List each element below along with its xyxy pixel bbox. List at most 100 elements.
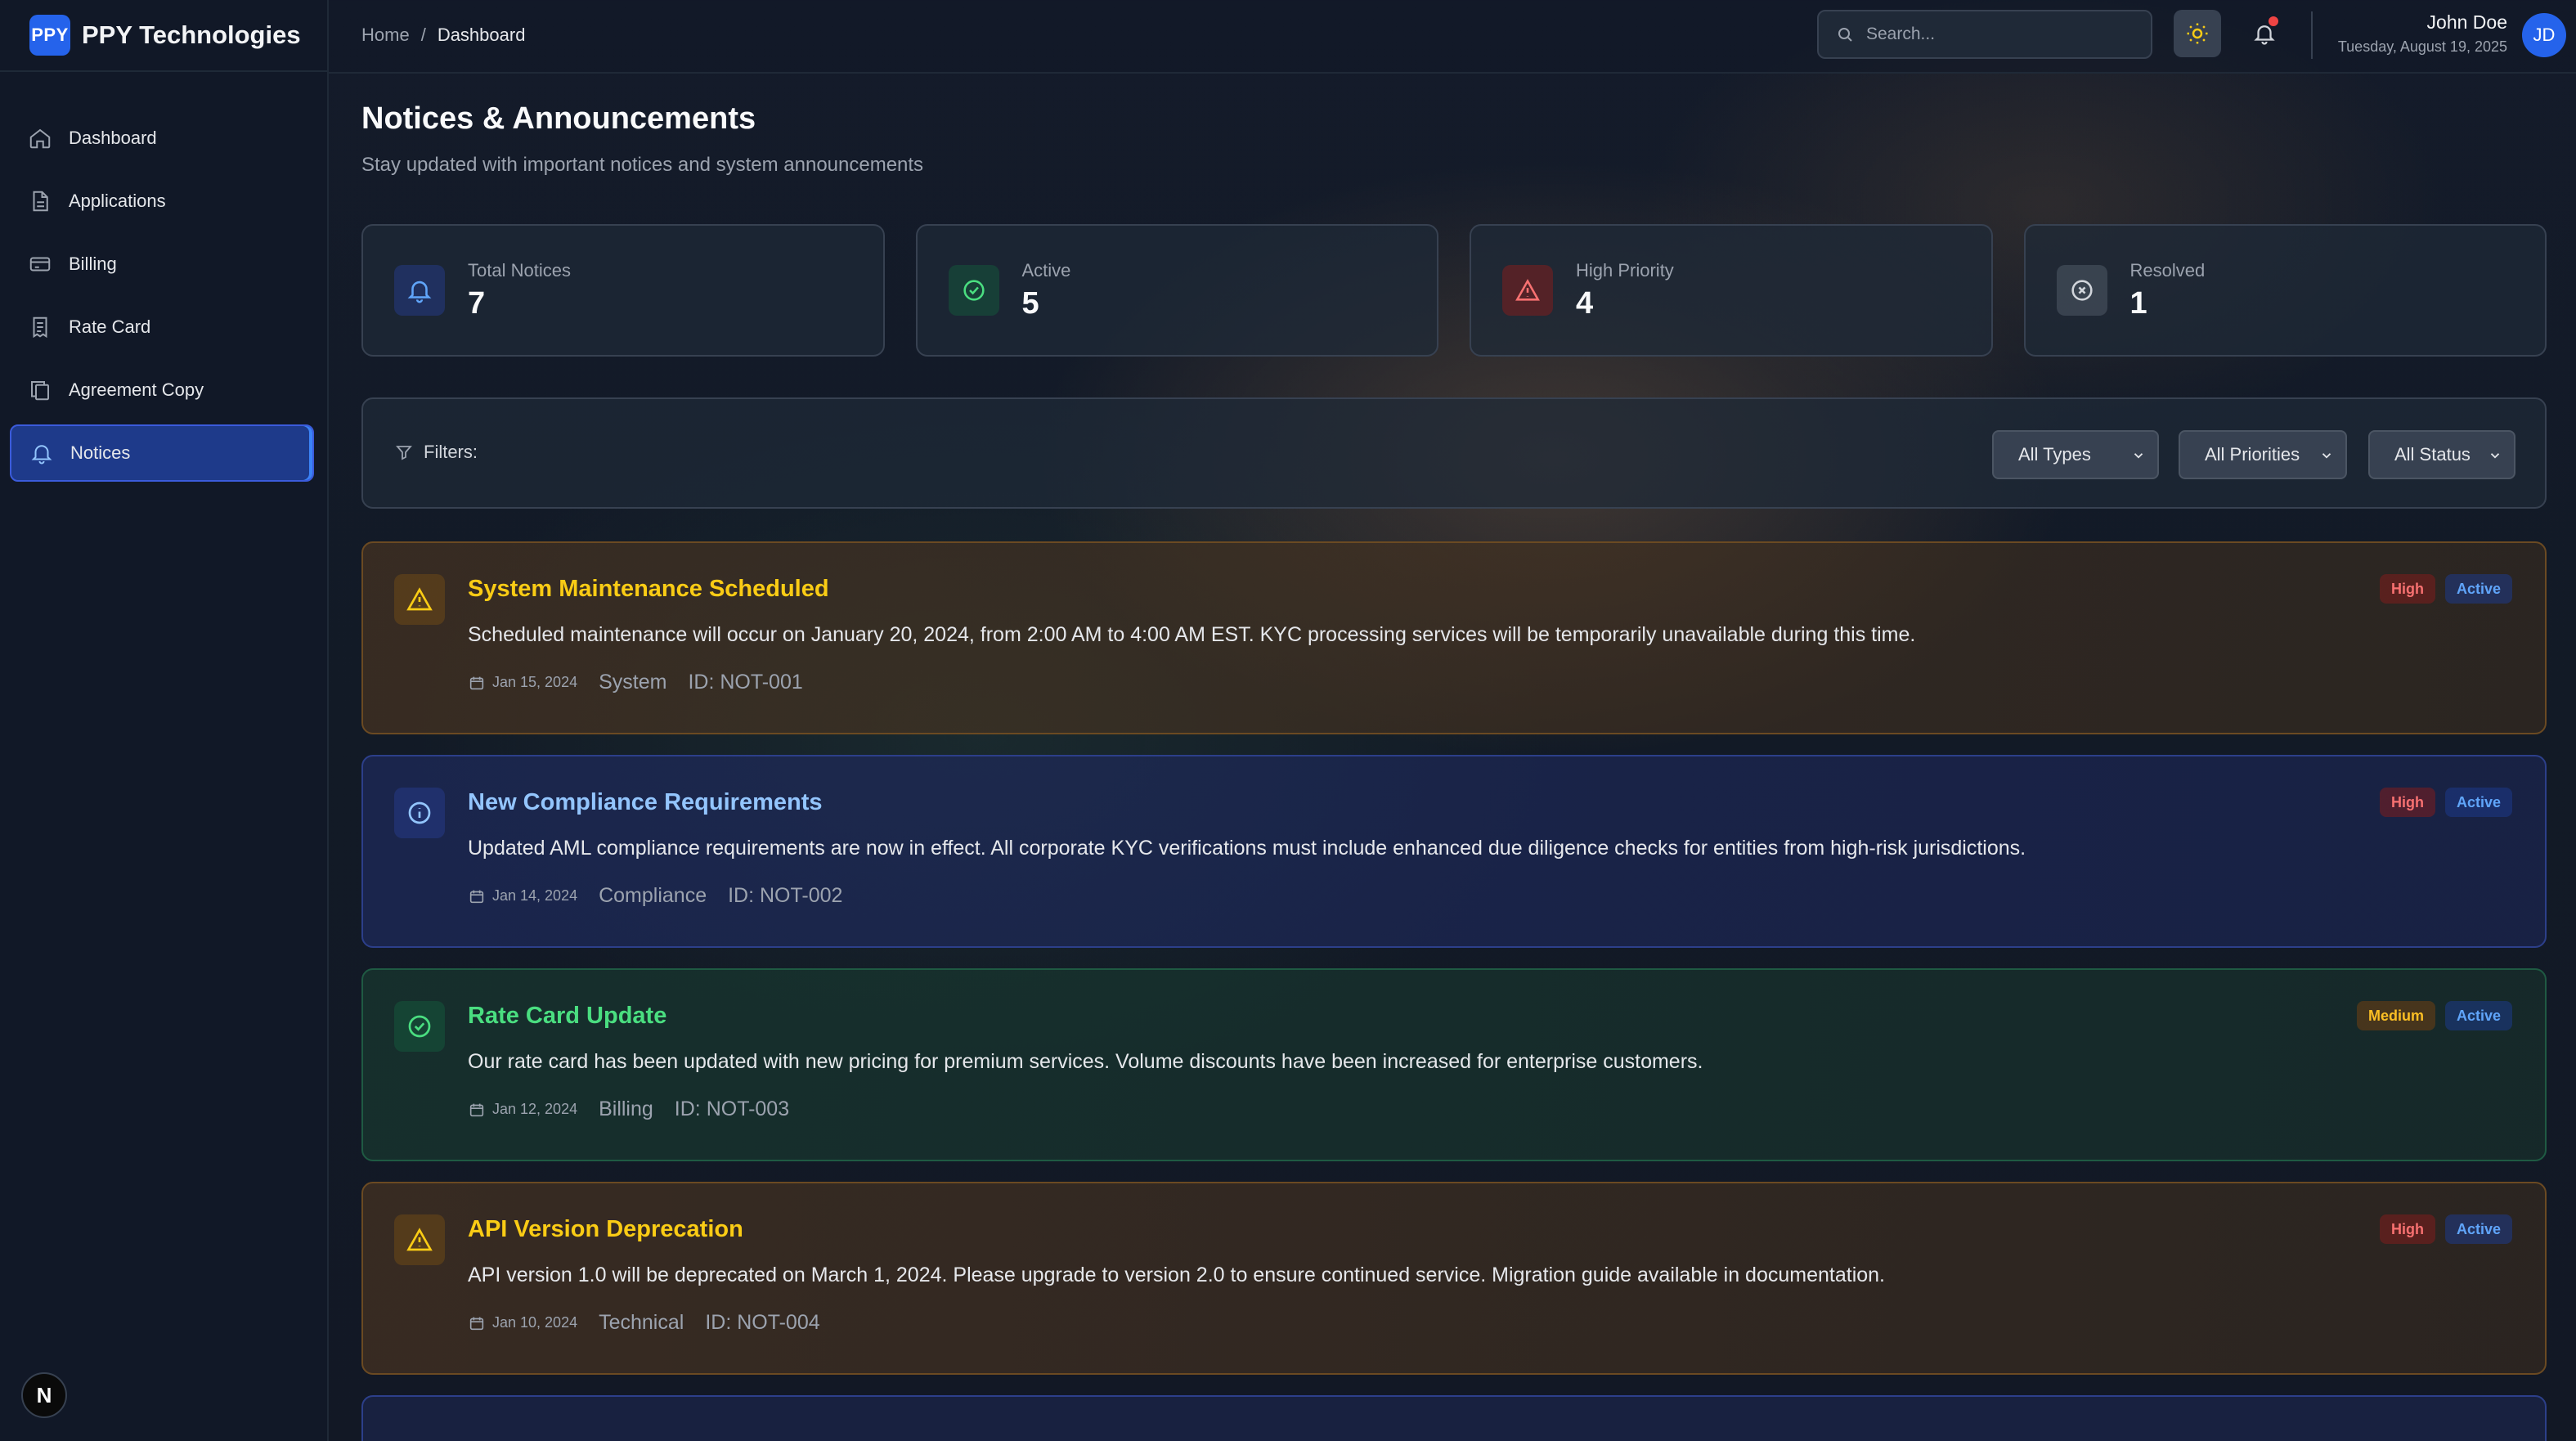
- stat-card-high-priority: High Priority 4: [1470, 224, 1993, 357]
- filter-icon: [396, 446, 412, 460]
- stat-icon-box: [948, 265, 999, 316]
- user-name: John Doe: [2426, 11, 2507, 33]
- notice-date: Jan 15, 2024: [492, 674, 578, 690]
- stat-card-resolved: Resolved 1: [2023, 224, 2547, 357]
- notice-icon-box: [394, 1214, 445, 1265]
- notice-card[interactable]: API Version Deprecation API version 1.0 …: [361, 1182, 2547, 1375]
- notice-id: ID: NOT-001: [688, 671, 803, 694]
- notice-date: Jan 10, 2024: [492, 1314, 578, 1331]
- stat-icon-box: [1502, 265, 1553, 316]
- notice-badges: High Active: [2379, 1214, 2512, 1244]
- notice-category: Technical: [599, 1311, 684, 1334]
- notice-badges: Medium Active: [2356, 1001, 2512, 1030]
- status-filter-value: All Status: [2394, 444, 2471, 465]
- current-date: Tuesday, August 19, 2025: [2337, 38, 2507, 55]
- stat-card-active: Active 5: [915, 224, 1438, 357]
- info-icon: [408, 801, 431, 824]
- page-title: Notices & Announcements: [361, 101, 756, 136]
- check-circle-icon: [963, 280, 985, 301]
- status-badge: Active: [2444, 1214, 2512, 1244]
- stat-label: Resolved: [2129, 259, 2206, 281]
- stat-label: High Priority: [1576, 259, 1674, 281]
- priority-filter-select[interactable]: All Priorities: [2179, 430, 2347, 479]
- notice-icon-box: [394, 574, 445, 625]
- alert-triangle-icon: [406, 587, 433, 611]
- breadcrumb-home[interactable]: Home: [361, 25, 410, 46]
- filters-label: Filters:: [394, 442, 478, 463]
- sidebar-item-notices[interactable]: Notices: [10, 424, 314, 482]
- notification-dot: [2269, 16, 2278, 26]
- header-divider: [2311, 11, 2313, 59]
- sidebar-item-label: Agreement Copy: [69, 379, 204, 400]
- search-input[interactable]: [1866, 25, 2136, 44]
- stat-label: Total Notices: [468, 259, 571, 281]
- chevron-down-icon: [2134, 453, 2143, 459]
- filters-bar: Filters: All Types All Priorities All St…: [361, 397, 2547, 509]
- notice-title: API Version Deprecation: [468, 1216, 743, 1242]
- notice-body: Updated AML compliance requirements are …: [468, 837, 2026, 860]
- notice-icon-box: [394, 788, 445, 838]
- notice-id: ID: NOT-004: [705, 1311, 820, 1334]
- stat-value: 5: [1021, 285, 1039, 321]
- priority-badge: High: [2379, 788, 2435, 817]
- notice-badges: High Active: [2379, 574, 2512, 604]
- avatar[interactable]: JD: [2522, 13, 2566, 57]
- stat-value: 7: [468, 285, 486, 321]
- status-filter-select[interactable]: All Status: [2368, 430, 2515, 479]
- notice-card[interactable]: Rate Card Update Our rate card has been …: [361, 968, 2547, 1161]
- stats-row: Total Notices 7 Active 5 High Priority 4…: [361, 224, 2547, 357]
- sidebar-item-billing[interactable]: Billing: [10, 236, 314, 293]
- sidebar-item-agreement-copy[interactable]: Agreement Copy: [10, 361, 314, 419]
- file-icon: [33, 191, 48, 212]
- brand[interactable]: PPY PPY Technologies: [0, 0, 327, 72]
- notice-meta: Jan 15, 2024 System ID: NOT-001: [468, 671, 803, 694]
- priority-badge: Medium: [2356, 1001, 2435, 1030]
- sidebar: PPY PPY Technologies Dashboard Applicati…: [0, 0, 329, 1441]
- sidebar-item-dashboard[interactable]: Dashboard: [10, 110, 314, 167]
- sidebar-nav: Dashboard Applications Billing Rate Card…: [10, 110, 314, 487]
- credit-card-icon: [29, 257, 51, 272]
- notice-card[interactable]: New Compliance Requirements Updated AML …: [361, 755, 2547, 948]
- home-icon: [29, 128, 51, 149]
- x-circle-icon: [2071, 280, 2093, 301]
- theme-toggle-button[interactable]: [2174, 10, 2221, 57]
- check-circle-icon: [408, 1015, 431, 1038]
- priority-filter-value: All Priorities: [2205, 444, 2300, 465]
- notice-meta: Jan 14, 2024 Compliance ID: NOT-002: [468, 884, 842, 908]
- breadcrumb-current: Dashboard: [437, 25, 526, 45]
- notice-category: System: [599, 671, 667, 694]
- sidebar-item-label: Applications: [69, 191, 166, 211]
- receipt-icon: [33, 316, 47, 339]
- status-badge: Active: [2444, 1001, 2512, 1030]
- stat-icon-box: [394, 265, 445, 316]
- calendar-icon: [469, 676, 484, 689]
- bell-icon: [31, 445, 52, 465]
- search-box[interactable]: [1817, 10, 2152, 59]
- notice-meta: Jan 10, 2024 Technical ID: NOT-004: [468, 1311, 820, 1335]
- type-filter-value: All Types: [2018, 444, 2091, 465]
- notifications-button[interactable]: [2242, 11, 2287, 56]
- calendar-icon: [469, 1103, 484, 1116]
- search-icon: [1838, 28, 1852, 42]
- filters-label-text: Filters:: [424, 442, 478, 462]
- chevron-down-icon: [2322, 453, 2331, 459]
- status-badge: Active: [2444, 788, 2512, 817]
- notice-card-partial[interactable]: [361, 1395, 2547, 1441]
- breadcrumb-separator: /: [420, 25, 426, 45]
- breadcrumb: Home / Dashboard: [361, 25, 525, 46]
- chevron-down-icon: [2490, 453, 2500, 459]
- brand-logo: PPY: [29, 15, 70, 56]
- sidebar-item-label: Billing: [69, 254, 117, 274]
- notice-category: Compliance: [599, 884, 707, 907]
- notice-title: Rate Card Update: [468, 1003, 667, 1029]
- stat-label: Active: [1021, 259, 1071, 281]
- stat-card-total: Total Notices 7: [361, 224, 885, 357]
- sidebar-item-applications[interactable]: Applications: [10, 173, 314, 230]
- type-filter-select[interactable]: All Types: [1992, 430, 2159, 479]
- notice-title: System Maintenance Scheduled: [468, 576, 829, 602]
- notice-id: ID: NOT-003: [674, 1098, 790, 1120]
- sidebar-item-rate-card[interactable]: Rate Card: [10, 299, 314, 356]
- sidebar-item-label: Notices: [70, 442, 131, 463]
- notice-card[interactable]: System Maintenance Scheduled Scheduled m…: [361, 541, 2547, 734]
- nextjs-badge[interactable]: N: [21, 1372, 67, 1418]
